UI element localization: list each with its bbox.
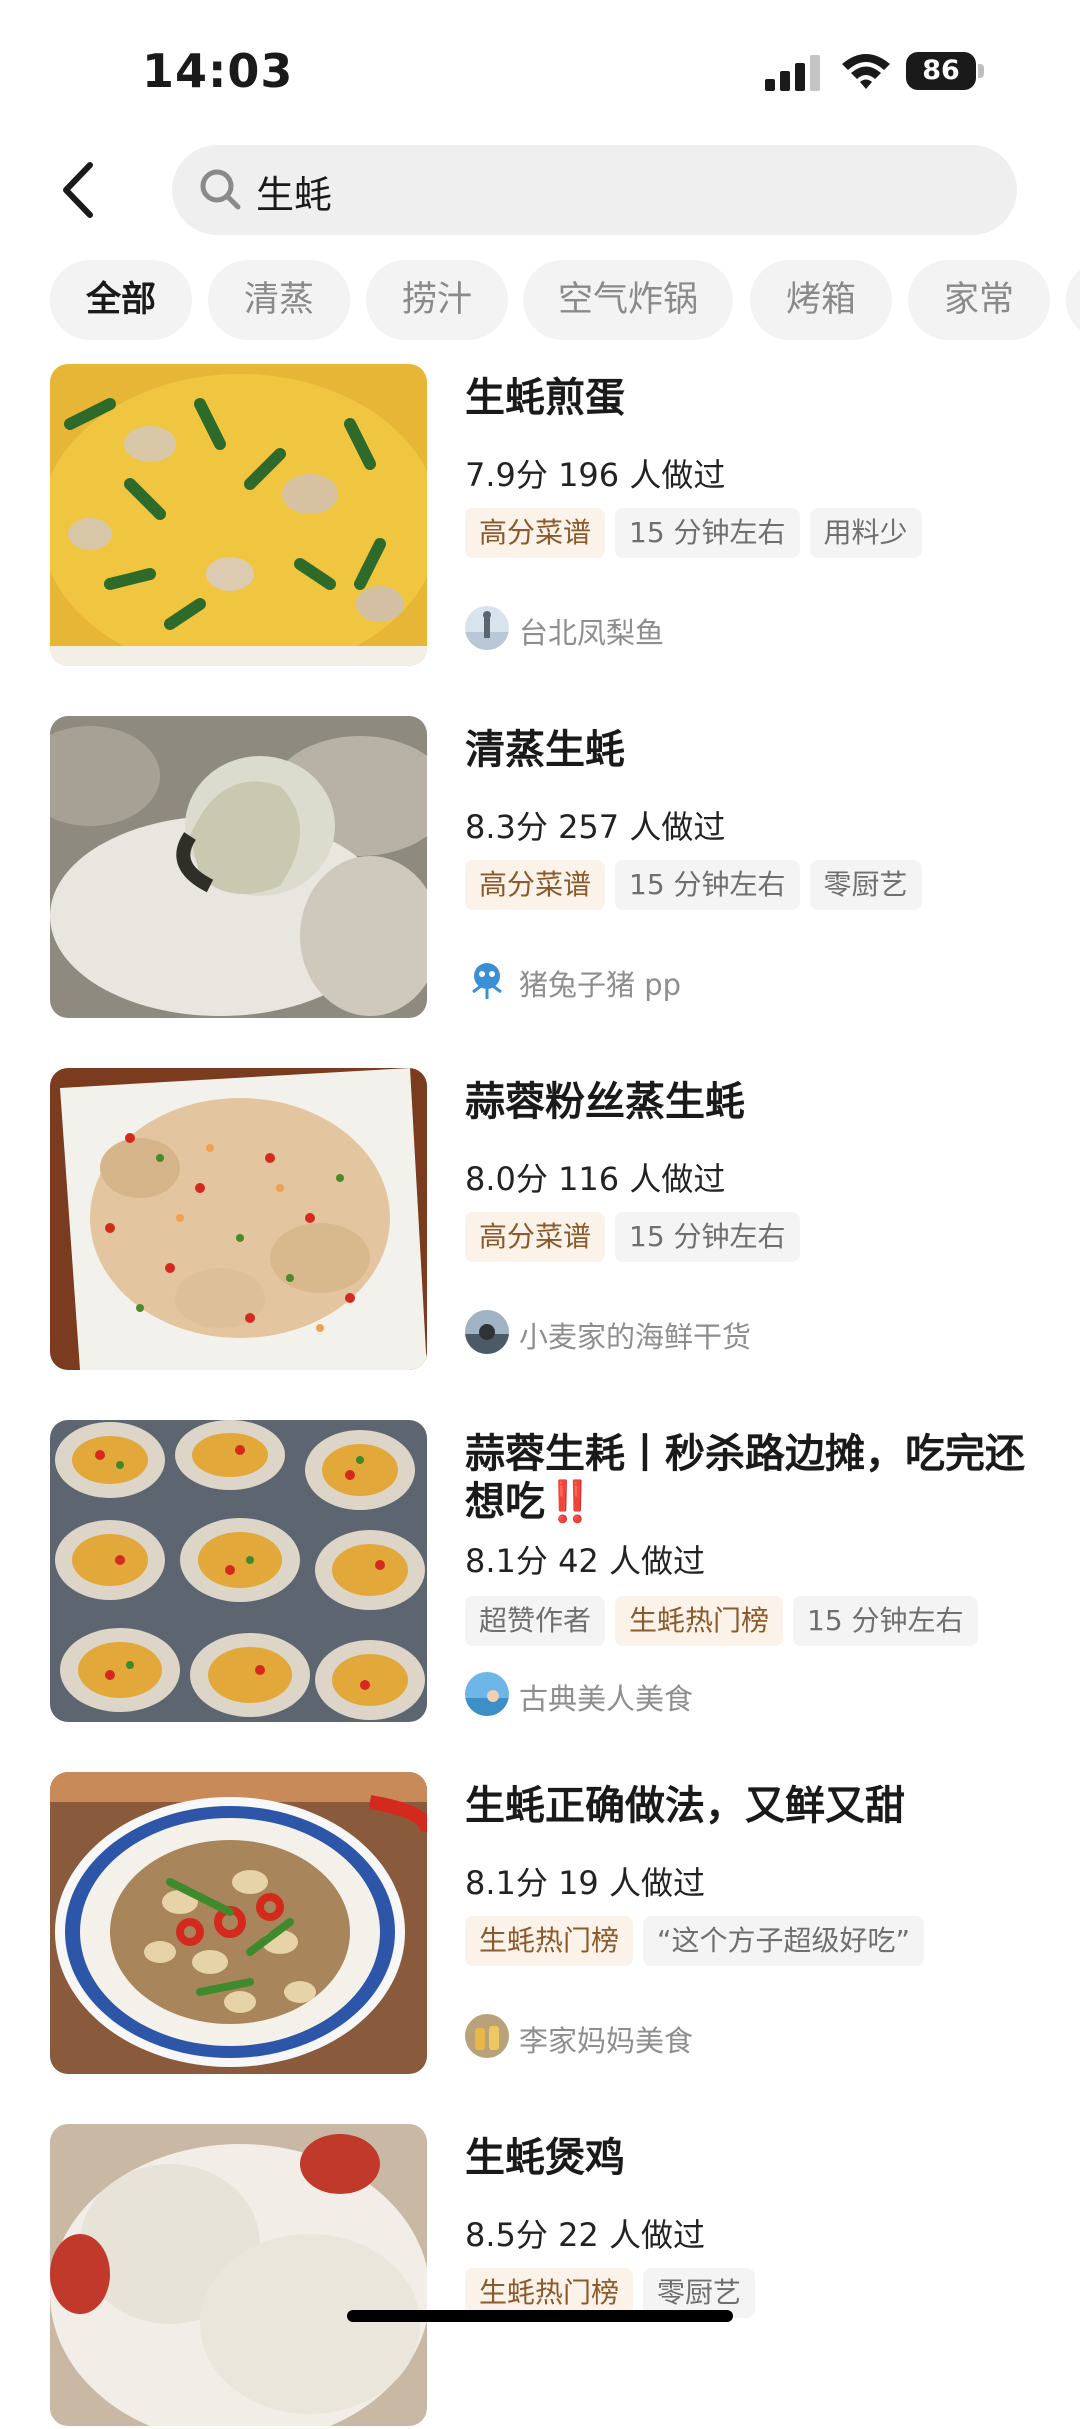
status-bar: 14:03 86	[0, 0, 1080, 140]
chip-marinated[interactable]: 捞汁	[366, 260, 508, 340]
tag: 用料少	[809, 508, 922, 558]
search-input[interactable]: 生蚝	[172, 145, 1017, 235]
back-button[interactable]	[50, 155, 110, 225]
recipe-tags: 高分菜谱 15 分钟左右 零厨艺	[465, 860, 932, 912]
recipe-rating: 8.1分 19 人做过	[465, 1864, 705, 1902]
recipe-card[interactable]: 蒜蓉粉丝蒸生蚝 8.0分 116 人做过 高分菜谱 15 分钟左右 小麦家的海鲜干…	[0, 1068, 1080, 1373]
author-name: 李家妈妈美食	[519, 2024, 694, 2058]
recipe-card[interactable]: 生蚝煲鸡 8.5分 22 人做过 生蚝热门榜 零厨艺	[0, 2124, 1080, 2429]
recipe-rating: 8.1分 42 人做过	[465, 1542, 705, 1580]
recipe-card[interactable]: 清蒸生蚝 8.3分 257 人做过 高分菜谱 15 分钟左右 零厨艺 猪兔子猪 pp	[0, 716, 1080, 1021]
tag: 高分菜谱	[465, 508, 606, 558]
tag: “这个方子超级好吃”	[643, 1916, 925, 1966]
chip-more[interactable]	[1066, 260, 1080, 340]
recipe-image-garlic-vermicelli-oyster	[50, 1068, 427, 1370]
recipe-tags: 生蚝热门榜 “这个方子超级好吃”	[465, 1916, 934, 1968]
tag: 15 分钟左右	[615, 1212, 800, 1262]
recipe-card[interactable]: 蒜蓉生耗丨秒杀路边摊，吃完还想吃‼️ 8.1分 42 人做过 超赞作者 生蚝热门榜…	[0, 1420, 1080, 1725]
tag: 生蚝热门榜	[465, 1916, 634, 1966]
recipe-title: 蒜蓉粉丝蒸生蚝	[465, 1079, 745, 1125]
recipe-title: 清蒸生蚝	[465, 727, 625, 773]
recipe-card[interactable]: 生蚝正确做法，又鲜又甜 8.1分 19 人做过 生蚝热门榜 “这个方子超级好吃” …	[0, 1772, 1080, 2077]
recipe-rating: 7.9分 196 人做过	[465, 456, 726, 494]
cellular-signal-icon	[765, 55, 820, 91]
recipe-title: 生蚝正确做法，又鲜又甜	[465, 1783, 905, 1829]
avatar	[465, 958, 509, 1002]
recipe-tags: 高分菜谱 15 分钟左右 用料少	[465, 508, 932, 560]
tag: 高分菜谱	[465, 1212, 606, 1262]
recipe-card[interactable]: 生蚝煎蛋 7.9分 196 人做过 高分菜谱 15 分钟左右 用料少 台北凤梨鱼	[0, 364, 1080, 669]
chip-all[interactable]: 全部	[50, 260, 192, 340]
tag: 15 分钟左右	[793, 1596, 978, 1646]
tag: 生蚝热门榜	[615, 1596, 784, 1646]
home-indicator[interactable]	[347, 2310, 733, 2322]
tag: 高分菜谱	[465, 860, 606, 910]
recipe-image-oyster-chicken-soup	[50, 2124, 427, 2426]
recipe-rating: 8.0分 116 人做过	[465, 1160, 726, 1198]
battery-cap	[978, 64, 984, 78]
recipe-image-oyster-omelette	[50, 364, 427, 666]
chip-home-style[interactable]: 家常	[908, 260, 1050, 340]
recipe-rating: 8.3分 257 人做过	[465, 808, 726, 846]
tag: 15 分钟左右	[615, 508, 800, 558]
avatar	[465, 606, 509, 650]
battery-indicator: 86	[906, 52, 984, 90]
recipe-title: 生蚝煎蛋	[465, 375, 625, 421]
tag: 超赞作者	[465, 1596, 606, 1646]
author-name: 小麦家的海鲜干货	[519, 1320, 752, 1354]
recipe-image-steamed-oyster	[50, 716, 427, 1018]
search-query: 生蚝	[256, 173, 333, 217]
chip-oven[interactable]: 烤箱	[750, 260, 892, 340]
recipe-image-garlic-oyster	[50, 1420, 427, 1722]
filter-chip-bar: 全部 清蒸 捞汁 空气炸锅 烤箱 家常	[0, 260, 1080, 342]
recipe-image-stir-fried-oyster	[50, 1772, 427, 2074]
avatar	[465, 2014, 509, 2058]
battery-level: 86	[906, 52, 976, 90]
recipe-rating: 8.5分 22 人做过	[465, 2216, 705, 2254]
recipe-title: 蒜蓉生耗丨秒杀路边摊，吃完还想吃‼️	[465, 1431, 1025, 1525]
status-time: 14:03	[142, 44, 294, 98]
avatar	[465, 1672, 509, 1716]
recipe-tags: 高分菜谱 15 分钟左右	[465, 1212, 810, 1264]
recipe-title: 生蚝煲鸡	[465, 2135, 625, 2181]
author-name: 台北凤梨鱼	[519, 616, 665, 650]
search-icon	[200, 169, 241, 210]
author-name: 古典美人美食	[519, 1682, 694, 1716]
avatar	[465, 1310, 509, 1354]
author-name: 猪兔子猪 pp	[519, 968, 682, 1002]
chip-air-fryer[interactable]: 空气炸锅	[523, 260, 733, 340]
wifi-icon	[842, 54, 890, 89]
tag: 零厨艺	[809, 860, 922, 910]
chip-steamed[interactable]: 清蒸	[208, 260, 350, 340]
recipe-tags: 超赞作者 生蚝热门榜 15 分钟左右	[465, 1596, 988, 1648]
tag: 15 分钟左右	[615, 860, 800, 910]
